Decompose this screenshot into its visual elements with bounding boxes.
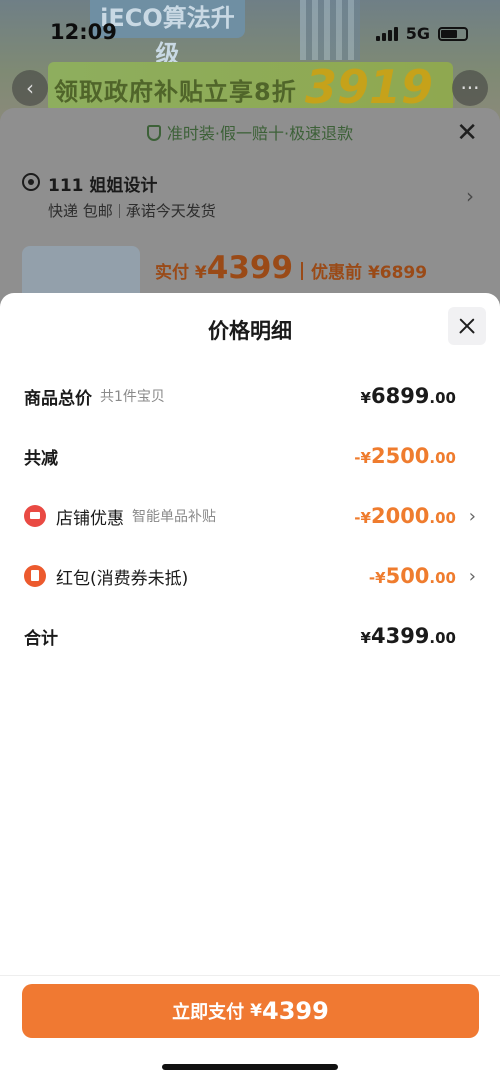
store-coupon-icon <box>24 505 46 527</box>
row-value: ¥4399.00 <box>360 624 456 648</box>
row-value: -¥2500.00 <box>354 444 456 468</box>
actual-pay-amount: 4399 <box>206 250 294 286</box>
delivery-method: 快递 包邮 <box>48 202 113 220</box>
shipping-promise: 承诺今天发货 <box>125 202 216 220</box>
promo-price: 3919 <box>305 60 434 114</box>
chevron-right-icon[interactable]: › <box>466 184 474 208</box>
actual-pay-line: 实付 ¥4399 优惠前 ¥6899 <box>155 250 427 286</box>
row-label: 红包(消费券未抵) <box>56 568 189 589</box>
network-type: 5G <box>405 24 430 43</box>
row-label: 店铺优惠 <box>56 508 124 529</box>
row-value: -¥500.00 <box>368 564 456 588</box>
row-label: 合计 <box>24 628 58 649</box>
red-packet-icon <box>24 565 46 587</box>
price-row-red-packet[interactable]: 红包(消费券未抵) -¥500.00 › <box>24 561 476 591</box>
service-guarantee: 准时装·假一赔十·极速退款 <box>0 120 500 144</box>
pay-now-button[interactable]: 立即支付 ¥4399 <box>22 984 479 1038</box>
home-indicator[interactable] <box>162 1064 338 1070</box>
status-time: 12:09 <box>50 20 117 44</box>
status-indicators: 5G <box>375 24 468 43</box>
status-bar: 12:09 5G <box>0 0 500 60</box>
pay-button-currency: ¥ <box>250 1001 263 1021</box>
row-value: ¥6899.00 <box>360 384 456 408</box>
price-detail-sheet: 价格明细 商品总价 共1件宝贝 ¥6899.00 共减 -¥2500.00 店铺… <box>0 293 500 1081</box>
order-sheet-close-icon[interactable]: ✕ <box>456 118 478 148</box>
pay-button-amount: 4399 <box>262 997 329 1025</box>
signal-icon <box>375 26 398 41</box>
price-row-total-goods: 商品总价 共1件宝贝 ¥6899.00 <box>24 381 476 411</box>
before-discount-price: 优惠前 ¥6899 <box>311 263 428 283</box>
back-button[interactable]: ‹ <box>12 70 48 106</box>
chevron-right-icon[interactable]: › <box>469 566 476 587</box>
guarantee-text: 准时装·假一赔十·极速退款 <box>166 124 354 143</box>
delivery-info: 快递 包邮 承诺今天发货 <box>48 200 216 221</box>
row-label: 共减 <box>24 448 58 469</box>
battery-icon <box>438 26 468 41</box>
price-row-store-discount[interactable]: 店铺优惠 智能单品补贴 -¥2000.00 › <box>24 501 476 531</box>
location-pin-icon <box>22 173 40 191</box>
close-icon[interactable] <box>448 307 486 345</box>
shield-icon <box>146 125 161 141</box>
row-label: 商品总价 <box>24 388 92 409</box>
row-sublabel: 共1件宝贝 <box>100 389 165 405</box>
row-value: -¥2000.00 <box>354 504 456 528</box>
price-row-grand-total: 合计 ¥4399.00 <box>24 621 476 651</box>
chevron-right-icon[interactable]: › <box>469 506 476 527</box>
actual-pay-label: 实付 ¥ <box>155 263 207 283</box>
promo-text: 领取政府补贴立享8折 <box>54 78 297 106</box>
price-row-total-discount: 共减 -¥2500.00 <box>24 441 476 471</box>
more-button[interactable]: ··· <box>452 70 488 106</box>
row-sublabel: 智能单品补贴 <box>132 509 216 525</box>
pay-button-label: 立即支付 <box>172 1002 245 1023</box>
address-name[interactable]: 111 姐姐设计 <box>48 171 157 196</box>
sheet-title: 价格明细 <box>208 319 292 343</box>
